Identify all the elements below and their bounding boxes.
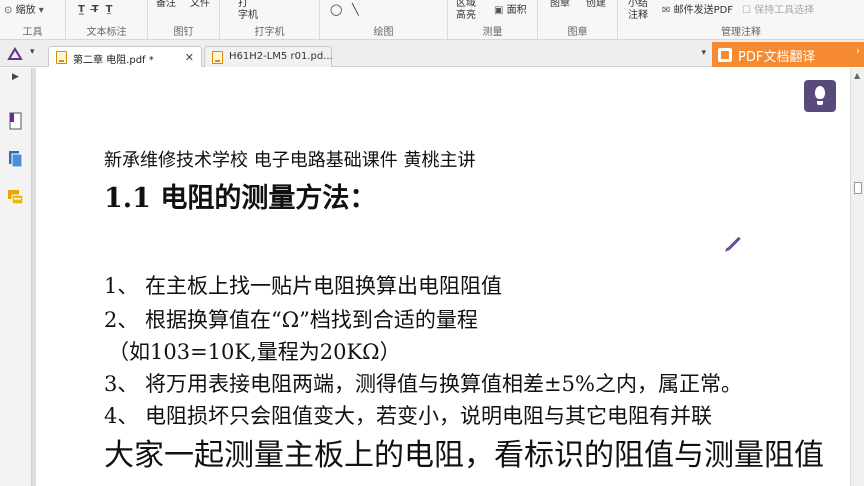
ribbon-toolbar: ⊙ 缩放 ▾ 工具 T̲ T̶ T̰ 文本标注 备注 文件 图钉 打 字机 打字… bbox=[0, 0, 864, 40]
pin-group-label: 图钉 bbox=[173, 27, 194, 38]
highlight-label-bottom: 高亮 bbox=[456, 10, 476, 21]
keep-tool-checkbox[interactable]: ☐ 保持工具选择 bbox=[742, 5, 814, 17]
checkbox-icon: ☐ bbox=[742, 5, 751, 16]
pages-thumbnail-icon[interactable] bbox=[7, 150, 24, 168]
area-icon: ▣ bbox=[494, 5, 504, 16]
app-logo-icon[interactable] bbox=[7, 47, 23, 61]
ellipse-tool-icon[interactable]: ◯ bbox=[330, 4, 342, 16]
step-1: 1、 在主板上找一贴片电阻换算出电阻阻值 bbox=[104, 274, 503, 298]
pdf-file-icon bbox=[212, 51, 223, 64]
measure-group-label: 测量 bbox=[482, 27, 503, 38]
step-2-note: （如103=10K,量程为20KΩ） bbox=[108, 340, 401, 364]
pdf-translate-button[interactable]: PDF文档翻译 › bbox=[712, 42, 864, 67]
step-4: 4、 电阻损坏只会阻值变大，若变小，说明电阻与其它电阻有并联 bbox=[104, 404, 713, 428]
navigation-sidebar: ▶ bbox=[0, 68, 32, 486]
drawing-group-label: 绘图 bbox=[373, 27, 394, 38]
chevron-right-icon: › bbox=[856, 46, 860, 57]
create-button[interactable]: 创建 bbox=[586, 0, 606, 10]
zoom-button[interactable]: ⊙ 缩放 ▾ bbox=[4, 5, 44, 17]
document-header: 新承维修技术学校 电子电路基础课件 黄桃主讲 bbox=[104, 150, 476, 171]
note-button[interactable]: 备注 bbox=[156, 0, 176, 10]
area-button[interactable]: ▣ 面积 bbox=[494, 5, 527, 17]
measure-group: 区域 高亮 ▣ 面积 测量 bbox=[448, 0, 538, 39]
step-3: 3、 将万用表接电阻两端，测得值与换算值相差±5%之内，属正常。 bbox=[104, 372, 742, 396]
zoom-icon: ⊙ bbox=[4, 5, 13, 16]
file-button[interactable]: 文件 bbox=[190, 0, 210, 10]
chevron-down-icon: ▾ bbox=[38, 5, 44, 16]
email-icon: ✉ bbox=[662, 5, 671, 16]
line-tool-icon[interactable]: ╲ bbox=[352, 4, 359, 16]
summarize-button[interactable]: 小结 注释 bbox=[628, 0, 648, 22]
text-markup-group-label: 文本标注 bbox=[86, 27, 127, 38]
stamp-button[interactable]: 图章 bbox=[550, 0, 570, 10]
lightbulb-icon[interactable] bbox=[804, 80, 836, 112]
expand-panel-icon[interactable]: ▶ bbox=[12, 72, 19, 82]
typewriter-group: 打 字机 打字机 bbox=[220, 0, 320, 39]
stamp-group: 图章 创建 图章 bbox=[538, 0, 618, 39]
stamp-group-label: 图章 bbox=[567, 27, 588, 38]
text-markup-group: T̲ T̶ T̰ 文本标注 bbox=[66, 0, 148, 39]
scrollbar-thumb[interactable] bbox=[854, 182, 862, 194]
step-2: 2、 根据换算值在“Ω”档找到合适的量程 bbox=[104, 308, 478, 332]
manage-comments-group: 小结 注释 ✉ 邮件发送PDF ☐ 保持工具选择 管理注释 bbox=[618, 0, 864, 39]
tab-document-1[interactable]: 第二章 电阻.pdf * ✕ bbox=[48, 46, 202, 67]
manage-comments-group-label: 管理注释 bbox=[721, 27, 761, 38]
vertical-scrollbar[interactable]: ▲ bbox=[850, 68, 864, 486]
pin-group: 备注 文件 图钉 bbox=[148, 0, 220, 39]
typewriter-label-bottom: 字机 bbox=[238, 10, 258, 21]
close-icon[interactable]: ✕ bbox=[185, 51, 194, 64]
tools-group-label: 工具 bbox=[22, 27, 43, 38]
area-highlight-button[interactable]: 区域 高亮 bbox=[456, 0, 476, 22]
tab-document-2[interactable]: H61H2-LM5 r01.pd... bbox=[204, 46, 333, 67]
tab-label: H61H2-LM5 r01.pd... bbox=[229, 51, 333, 62]
typewriter-group-label: 打字机 bbox=[254, 27, 285, 38]
text-markup-icons[interactable]: T̲ T̶ T̰ bbox=[78, 4, 112, 16]
tab-list-dropdown-icon[interactable]: ▾ bbox=[30, 47, 35, 57]
pdf-file-icon bbox=[56, 51, 67, 64]
tab-label: 第二章 电阻.pdf * bbox=[73, 55, 154, 66]
pdf-page[interactable]: 新承维修技术学校 电子电路基础课件 黄桃主讲 1.1 电阻的测量方法： 1、 在… bbox=[36, 68, 850, 486]
pen-annotation-icon bbox=[727, 236, 741, 251]
bookmark-icon[interactable] bbox=[7, 112, 24, 130]
video-caption: 大家一起测量主板上的电阻，看标识的阻值与测量阻值 bbox=[104, 438, 824, 473]
typewriter-button[interactable]: 打 字机 bbox=[238, 0, 258, 22]
translate-icon bbox=[718, 48, 732, 62]
tab-overflow-icon[interactable]: ▾ bbox=[701, 48, 706, 58]
highlight-label-top: 区域 bbox=[456, 0, 476, 9]
comments-panel-icon[interactable] bbox=[7, 188, 24, 205]
typewriter-label-top: 打 bbox=[238, 0, 248, 9]
tools-group: ⊙ 缩放 ▾ 工具 bbox=[0, 0, 66, 39]
scroll-up-arrow-icon[interactable]: ▲ bbox=[854, 71, 860, 80]
summarize-label-top: 小结 bbox=[628, 0, 648, 9]
drawing-group: ◯ ╲ 绘图 bbox=[320, 0, 448, 39]
summarize-label-bottom: 注释 bbox=[628, 10, 648, 21]
email-pdf-button[interactable]: ✉ 邮件发送PDF bbox=[662, 5, 733, 17]
section-title: 1.1 电阻的测量方法： bbox=[104, 183, 377, 214]
